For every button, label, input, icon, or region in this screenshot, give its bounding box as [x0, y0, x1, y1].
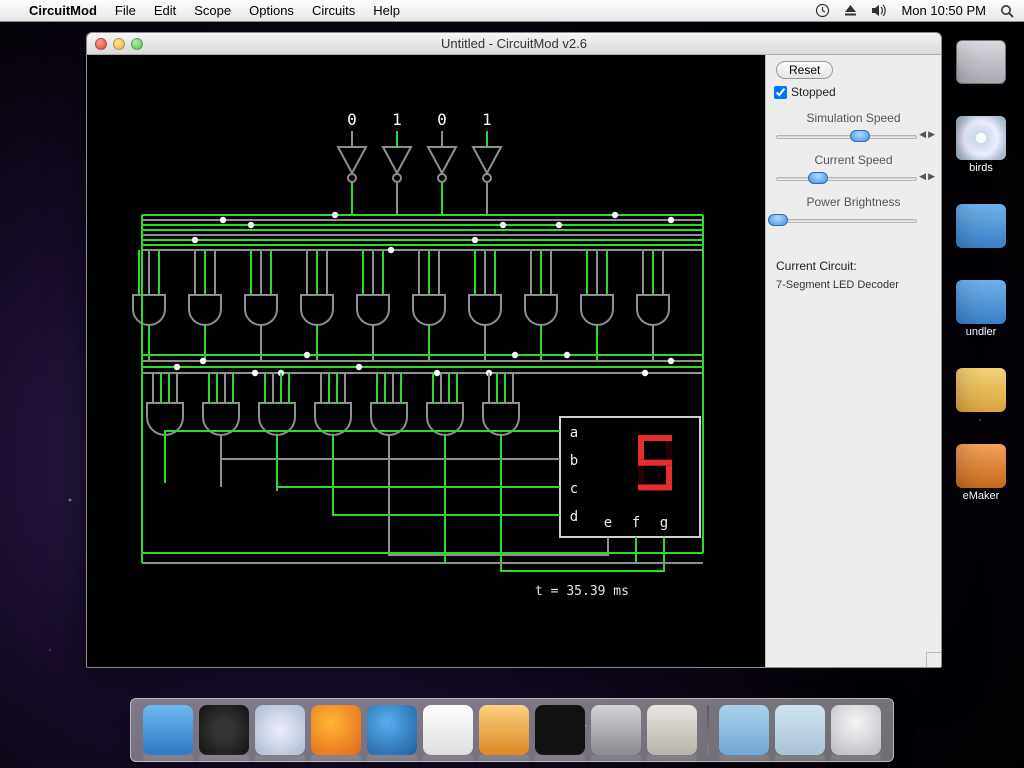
stopped-label: Stopped [791, 85, 836, 99]
menu-file[interactable]: File [106, 0, 145, 22]
dock [0, 698, 1024, 762]
chevron-right-icon[interactable]: ▶ [928, 171, 935, 182]
desktop-box[interactable] [946, 368, 1016, 414]
dock-folder-1[interactable] [719, 705, 769, 755]
menu-edit[interactable]: Edit [145, 0, 185, 22]
cur-speed-label: Current Speed [772, 153, 935, 167]
svg-text:0: 0 [347, 110, 357, 129]
volume-icon[interactable] [871, 4, 887, 17]
window-title: Untitled - CircuitMod v2.6 [87, 36, 941, 51]
dock-dashboard[interactable] [199, 705, 249, 755]
dock-textedit[interactable] [423, 705, 473, 755]
cur-speed-slider[interactable]: ◀▶ [772, 169, 935, 187]
svg-text:c: c [570, 481, 578, 497]
sim-speed-label: Simulation Speed [772, 111, 935, 125]
power-bright-slider[interactable] [772, 211, 935, 229]
svg-text:1: 1 [482, 110, 492, 129]
close-button[interactable] [95, 38, 107, 50]
svg-text:e: e [604, 515, 612, 531]
eject-icon[interactable] [844, 4, 857, 17]
svg-text:0: 0 [437, 110, 447, 129]
desktop-icons: birds undler eMaker [946, 40, 1016, 502]
chevron-left-icon[interactable]: ◀ [919, 129, 926, 140]
resize-grip[interactable] [926, 652, 941, 667]
svg-text:g: g [660, 515, 668, 531]
power-bright-label: Power Brightness [772, 195, 935, 209]
dock-app[interactable] [479, 705, 529, 755]
dock-separator [707, 705, 709, 755]
menubar-clock[interactable]: Mon 10:50 PM [901, 3, 986, 18]
svg-text:f: f [632, 515, 640, 531]
svg-text:b: b [570, 453, 578, 469]
menu-scope[interactable]: Scope [185, 0, 240, 22]
zoom-button[interactable] [131, 38, 143, 50]
dock-terminal[interactable] [535, 705, 585, 755]
titlebar[interactable]: Untitled - CircuitMod v2.6 [87, 33, 941, 55]
svg-text:1: 1 [392, 110, 402, 129]
svg-text:d: d [570, 509, 578, 525]
desktop-app[interactable]: eMaker [946, 444, 1016, 502]
desktop-hd[interactable] [946, 40, 1016, 86]
circuit-svg[interactable]: 0 1 0 1 abcd e f g t = 35.39 ms [87, 55, 765, 668]
dock-thunderbird[interactable] [367, 705, 417, 755]
apple-menu[interactable] [10, 0, 20, 22]
search-icon[interactable] [1000, 4, 1014, 18]
menu-help[interactable]: Help [364, 0, 409, 22]
desktop-disc[interactable]: birds [946, 116, 1016, 174]
dock-safari[interactable] [255, 705, 305, 755]
dock-sysprefs[interactable] [591, 705, 641, 755]
desktop-folder2[interactable]: undler [946, 280, 1016, 338]
current-circuit-label: Current Circuit: [772, 257, 935, 275]
svg-text:a: a [570, 425, 578, 441]
reset-button[interactable]: Reset [776, 61, 833, 79]
sim-speed-slider[interactable]: ◀▶ [772, 127, 935, 145]
circuit-canvas[interactable]: 0 1 0 1 abcd e f g t = 35.39 ms [87, 55, 765, 667]
menubar: CircuitMod File Edit Scope Options Circu… [0, 0, 1024, 22]
current-circuit-name: 7-Segment LED Decoder [772, 277, 935, 293]
chevron-right-icon[interactable]: ▶ [928, 129, 935, 140]
stopped-checkbox[interactable]: Stopped [774, 85, 933, 99]
menu-options[interactable]: Options [240, 0, 303, 22]
app-window: Untitled - CircuitMod v2.6 0 1 0 1 abcd e f g t … [86, 32, 942, 668]
dock-trash[interactable] [831, 705, 881, 755]
dock-firefox[interactable] [311, 705, 361, 755]
side-panel: Reset Stopped Simulation Speed ◀▶ Curren… [765, 55, 941, 667]
dock-chip[interactable] [647, 705, 697, 755]
timemachine-icon[interactable] [815, 3, 830, 18]
desktop-folder1[interactable] [946, 204, 1016, 250]
app-menu[interactable]: CircuitMod [20, 0, 106, 22]
chevron-left-icon[interactable]: ◀ [919, 171, 926, 182]
stopped-checkbox-input[interactable] [774, 86, 787, 99]
minimize-button[interactable] [113, 38, 125, 50]
svg-text:t = 35.39 ms: t = 35.39 ms [535, 584, 629, 599]
dock-finder[interactable] [143, 705, 193, 755]
dock-folder-2[interactable] [775, 705, 825, 755]
menu-circuits[interactable]: Circuits [303, 0, 364, 22]
